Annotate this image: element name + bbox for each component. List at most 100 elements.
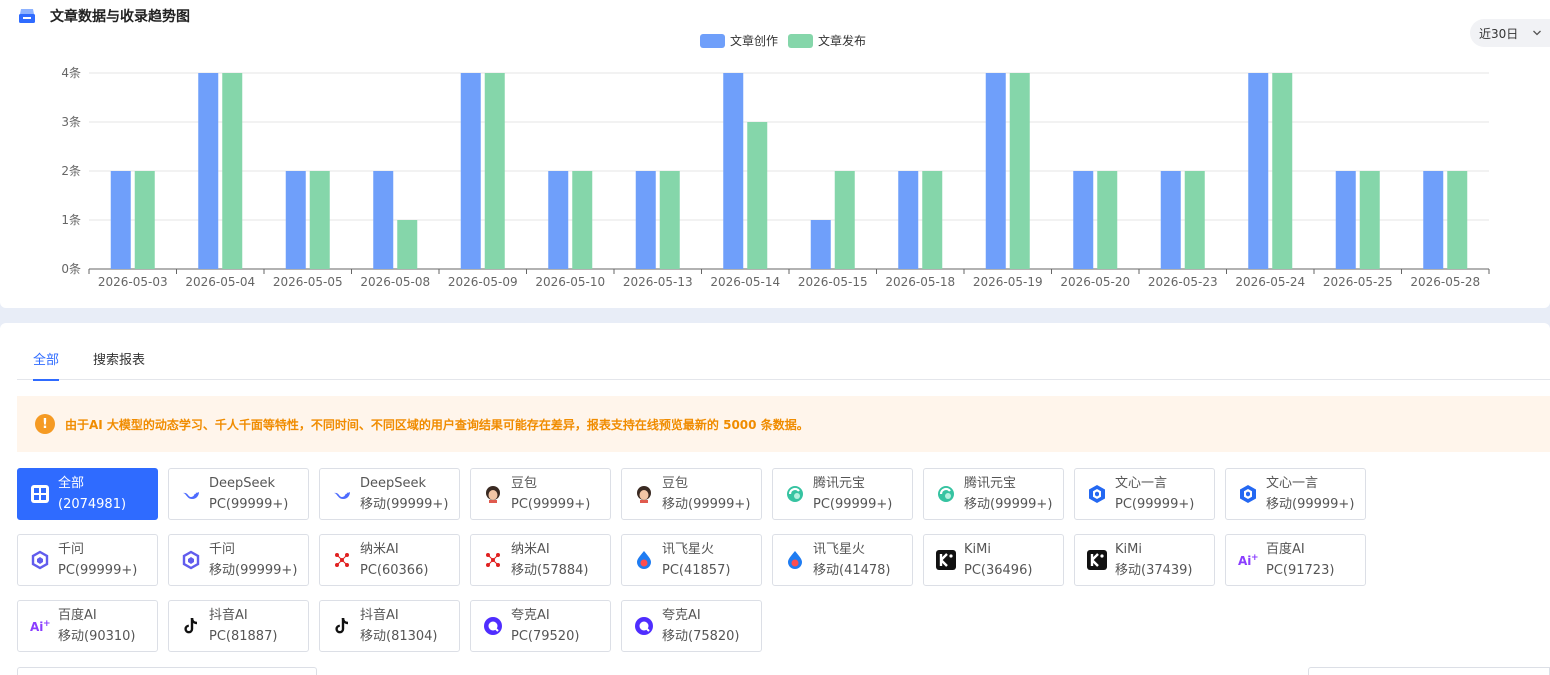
engine-filter-yuanbao-6[interactable]: 腾讯元宝 移动(99999+) (923, 468, 1064, 520)
engine-filter-grid-0[interactable]: 全部 (2074981) (17, 468, 158, 520)
nami-icon (483, 550, 503, 570)
bar-publish (1009, 73, 1030, 269)
y-tick-label: 4条 (61, 66, 81, 80)
engine-name: KiMi (1115, 542, 1142, 557)
engine-count: 移动(99999+) (964, 497, 1053, 512)
engine-name: 全部 (58, 476, 85, 491)
engine-count: 移动(99999+) (360, 497, 449, 512)
engine-filter-doubao-4[interactable]: 豆包 移动(99999+) (621, 468, 762, 520)
engine-filter-deepseek-1[interactable]: DeepSeek PC(99999+) (168, 468, 309, 520)
y-tick-label: 1条 (61, 213, 81, 227)
tab-search-report[interactable]: 搜索报表 (93, 349, 145, 380)
engine-count: PC(36496) (964, 563, 1033, 578)
engine-text: KiMi 移动(37439) (1115, 539, 1193, 581)
engine-name: 百度AI (58, 608, 97, 623)
engine-filter-qianwen-9[interactable]: 千问 PC(99999+) (17, 534, 158, 586)
engine-filter-nami-12[interactable]: 纳米AI 移动(57884) (470, 534, 611, 586)
engine-count: PC(81887) (209, 629, 278, 644)
engine-name: 讯飞星火 (662, 542, 715, 557)
engine-text: 纳米AI PC(60366) (360, 539, 428, 581)
x-tick-label: 2026-05-10 (535, 275, 605, 289)
engine-filter-douyin-20[interactable]: 抖音AI 移动(81304) (319, 600, 460, 652)
engine-name: 抖音AI (209, 608, 248, 623)
engine-name: 豆包 (511, 476, 538, 491)
svg-text:+: + (43, 619, 50, 629)
bar-creation (198, 73, 219, 269)
xinghuo-icon (634, 550, 654, 570)
notice-text: 由于AI 大模型的动态学习、千人千面等特性，不同时间、不同区域的用户查询结果可能… (65, 417, 809, 432)
engine-filter-baidu-ai-17[interactable]: Ai + 百度AI PC(91723) (1225, 534, 1366, 586)
engine-count: 移动(75820) (662, 629, 740, 644)
engine-text: 夸克AI PC(79520) (511, 605, 579, 647)
engine-name: 文心一言 (1266, 476, 1319, 491)
engine-text: DeepSeek PC(99999+) (209, 473, 288, 515)
engine-text: 讯飞星火 移动(41478) (813, 539, 891, 581)
engine-filter-nami-11[interactable]: 纳米AI PC(60366) (319, 534, 460, 586)
bar-creation (1335, 171, 1356, 269)
bar-creation (1073, 171, 1094, 269)
bar-creation (898, 171, 919, 269)
svg-text:Ai: Ai (30, 620, 43, 634)
engine-filter-wenxin-8[interactable]: 文心一言 移动(99999+) (1225, 468, 1366, 520)
bar-publish (834, 171, 855, 269)
engine-count: PC(99999+) (58, 563, 138, 578)
warning-icon: ! (35, 414, 55, 434)
x-tick-label: 2026-05-19 (973, 275, 1043, 289)
bar-publish (922, 171, 943, 269)
engine-count: PC(41857) (662, 563, 731, 578)
engine-text: 百度AI PC(91723) (1266, 539, 1334, 581)
bar-creation (1423, 171, 1444, 269)
bar-creation (635, 171, 656, 269)
engine-text: 抖音AI PC(81887) (209, 605, 277, 647)
engine-text: DeepSeek 移动(99999+) (360, 473, 448, 515)
engine-filter-baidu-ai-18[interactable]: Ai + 百度AI 移动(90310) (17, 600, 158, 652)
report-tabs: 全部 搜索报表 (17, 349, 1550, 381)
bar-publish (309, 171, 330, 269)
engine-filter-xinghuo-14[interactable]: 讯飞星火 移动(41478) (772, 534, 913, 586)
trend-chart-card: 文章数据与收录趋势图 文章创作 文章发布 近30日 0条 1条 2条 3条 4条 2026… (0, 0, 1550, 308)
engine-name: DeepSeek (360, 476, 427, 491)
engine-name: 纳米AI (360, 542, 399, 557)
bar-publish (484, 73, 505, 269)
engine-text: 文心一言 移动(99999+) (1266, 473, 1354, 515)
action-stub[interactable] (1308, 667, 1550, 675)
engine-filter-qianwen-10[interactable]: 千问 移动(99999+) (168, 534, 309, 586)
engine-name: 百度AI (1266, 542, 1305, 557)
engine-name: 抖音AI (360, 608, 399, 623)
xinghuo-icon (785, 550, 805, 570)
x-tick-label: 2026-05-25 (1323, 275, 1393, 289)
quark-icon (483, 616, 503, 636)
engine-filter-kimi-15[interactable]: KiMi PC(36496) (923, 534, 1064, 586)
engine-filter-quark-21[interactable]: 夸克AI PC(79520) (470, 600, 611, 652)
engine-filter-xinghuo-13[interactable]: 讯飞星火 PC(41857) (621, 534, 762, 586)
engine-filter-quark-22[interactable]: 夸克AI 移动(75820) (621, 600, 762, 652)
engine-count: 移动(90310) (58, 629, 136, 644)
x-tick-label: 2026-05-24 (1235, 275, 1305, 289)
x-tick-label: 2026-05-28 (1410, 275, 1480, 289)
filter-input-stub[interactable] (17, 667, 317, 675)
engine-filter-wenxin-7[interactable]: 文心一言 PC(99999+) (1074, 468, 1215, 520)
douyin-icon (332, 616, 352, 636)
bar-creation (1160, 171, 1181, 269)
engine-text: 腾讯元宝 移动(99999+) (964, 473, 1052, 515)
engine-count: 移动(41478) (813, 563, 891, 578)
engine-filter-doubao-3[interactable]: 豆包 PC(99999+) (470, 468, 611, 520)
engine-filter-yuanbao-5[interactable]: 腾讯元宝 PC(99999+) (772, 468, 913, 520)
engine-count: 移动(57884) (511, 563, 589, 578)
tab-all[interactable]: 全部 (33, 349, 60, 381)
qianwen-icon (181, 550, 201, 570)
engine-name: 夸克AI (662, 608, 701, 623)
engine-name: 文心一言 (1115, 476, 1168, 491)
engine-filter-douyin-19[interactable]: 抖音AI PC(81887) (168, 600, 309, 652)
engine-name: DeepSeek (209, 476, 276, 491)
engine-text: 百度AI 移动(90310) (58, 605, 136, 647)
engine-filter-deepseek-2[interactable]: DeepSeek 移动(99999+) (319, 468, 460, 520)
engine-text: 讯飞星火 PC(41857) (662, 539, 730, 581)
x-tick-label: 2026-05-15 (798, 275, 868, 289)
engine-name: 腾讯元宝 (813, 476, 866, 491)
y-tick-label: 2条 (61, 164, 81, 178)
engine-count: PC(99999+) (1115, 497, 1195, 512)
engine-filter-kimi-16[interactable]: KiMi 移动(37439) (1074, 534, 1215, 586)
wenxin-icon (1238, 484, 1258, 504)
engine-count: PC(99999+) (209, 497, 289, 512)
